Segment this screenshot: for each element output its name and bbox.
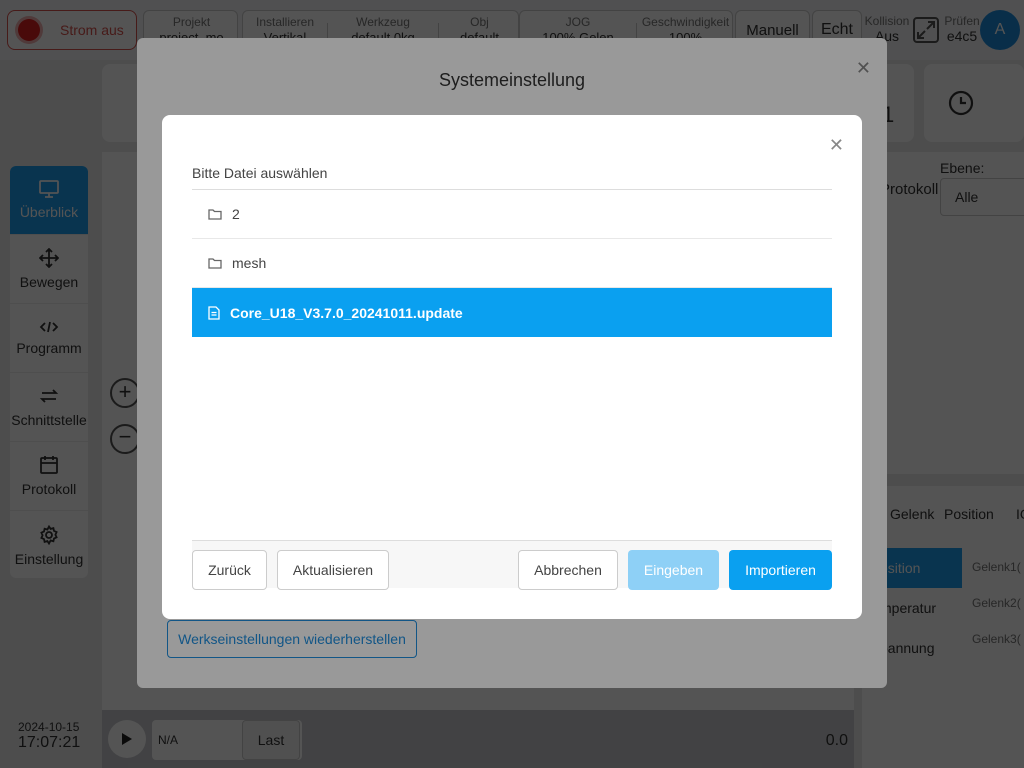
enter-button[interactable]: Eingeben xyxy=(628,550,719,590)
folder-icon xyxy=(208,209,222,220)
file-row-update-selected[interactable]: Core_U18_V3.7.0_20241011.update xyxy=(192,288,832,337)
refresh-button[interactable]: Aktualisieren xyxy=(277,550,389,590)
file-row-folder-mesh[interactable]: mesh xyxy=(192,239,832,288)
folder-icon xyxy=(208,258,222,269)
back-button[interactable]: Zurück xyxy=(192,550,267,590)
import-button[interactable]: Importieren xyxy=(729,550,832,590)
cancel-button[interactable]: Abbrechen xyxy=(518,550,618,590)
dialog-heading: Bitte Datei auswählen xyxy=(192,165,328,181)
file-name: mesh xyxy=(232,255,267,271)
file-name: Core_U18_V3.7.0_20241011.update xyxy=(230,304,463,321)
dialog-footer: Zurück Aktualisieren Abbrechen Eingeben … xyxy=(192,540,832,590)
file-name: 2 xyxy=(232,206,240,222)
file-row-folder-2[interactable]: 2 xyxy=(192,190,832,239)
dialog-close-icon[interactable]: ✕ xyxy=(829,135,844,156)
document-icon xyxy=(208,305,220,320)
file-list: 2 mesh Core_U18_V3.7.0_20241011.update xyxy=(192,189,832,337)
file-select-dialog: ✕ Bitte Datei auswählen 2 mesh Core_U18_… xyxy=(162,115,862,619)
